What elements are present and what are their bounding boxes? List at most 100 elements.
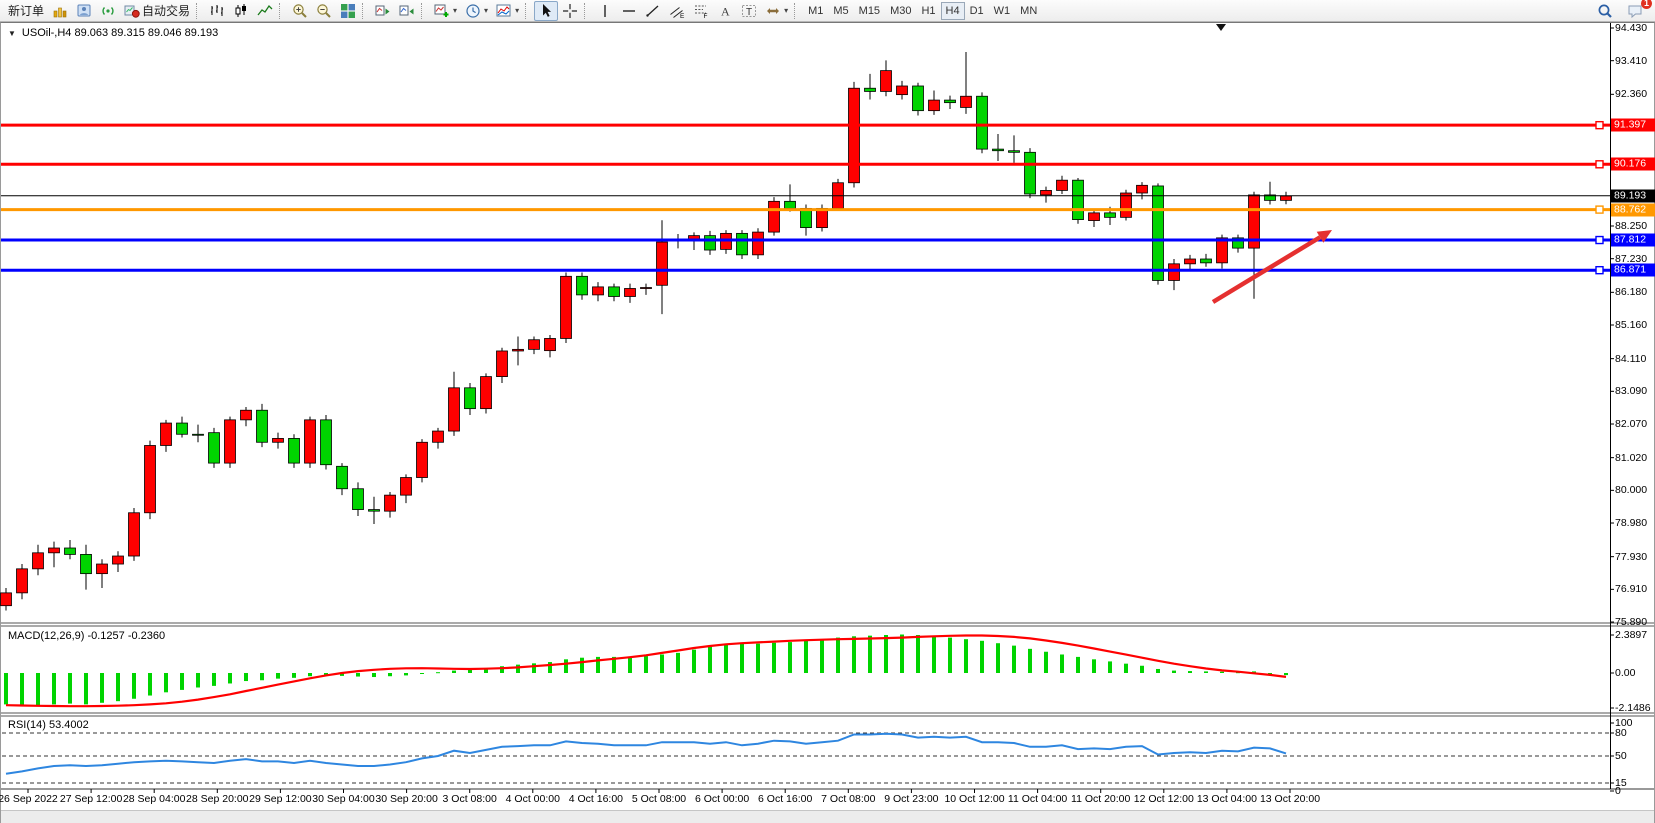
price-line-label: 89.193 xyxy=(1611,189,1655,202)
fibonacci-button[interactable]: F xyxy=(689,1,713,21)
time-axis-label: 30 Sep 20:00 xyxy=(375,793,437,805)
new-order-button[interactable]: 新订单 xyxy=(4,1,48,21)
candle xyxy=(929,90,940,114)
macd-histogram-bar xyxy=(900,635,904,673)
macd-histogram-bar xyxy=(148,673,152,696)
line-endpoint-handle[interactable] xyxy=(1596,122,1603,129)
symbol-info: ▼ USOil-,H4 89.063 89.315 89.046 89.193 xyxy=(8,27,218,39)
macd-histogram-bar xyxy=(196,673,200,687)
bar-chart-button[interactable] xyxy=(205,1,229,21)
chart-shift-marker-icon[interactable] xyxy=(1216,24,1226,31)
horizontal-line-button[interactable] xyxy=(617,1,641,21)
candle xyxy=(769,197,780,235)
timeframe-w1-button[interactable]: W1 xyxy=(989,2,1016,20)
candle xyxy=(833,179,844,211)
symbol-ohlc-label: USOil-,H4 89.063 89.315 89.046 89.193 xyxy=(22,27,218,39)
candlestick-button[interactable] xyxy=(229,1,253,21)
timeframe-d1-button[interactable]: D1 xyxy=(965,2,989,20)
price-axis-tick: 80.000 xyxy=(1615,484,1647,496)
line-endpoint-handle[interactable] xyxy=(1596,237,1603,244)
candle xyxy=(721,230,732,254)
timeframe-m1-button[interactable]: M1 xyxy=(803,2,828,20)
vertical-line-button[interactable] xyxy=(593,1,617,21)
timeframe-m15-button[interactable]: M15 xyxy=(854,2,885,20)
timeframe-h1-button[interactable]: H1 xyxy=(916,2,940,20)
chart-canvas xyxy=(0,0,1655,823)
search-button[interactable] xyxy=(1593,1,1617,21)
line-endpoint-handle[interactable] xyxy=(1596,206,1603,213)
period-menu-button[interactable]: ▾ xyxy=(461,1,492,21)
zoom-in-button[interactable] xyxy=(288,1,312,21)
macd-histogram-bar xyxy=(420,673,424,674)
fibonacci-icon: F xyxy=(693,3,709,19)
toolbar-separator xyxy=(584,3,589,19)
new-chart-button[interactable]: ▾ xyxy=(430,1,461,21)
macd-histogram-bar xyxy=(260,673,264,680)
zoom-out-button[interactable] xyxy=(312,1,336,21)
dropdown-caret-icon[interactable]: ▾ xyxy=(784,6,788,15)
tile-windows-button[interactable] xyxy=(336,1,360,21)
timeframe-m30-button[interactable]: M30 xyxy=(885,2,916,20)
candle xyxy=(641,284,652,295)
macd-histogram-bar xyxy=(852,636,856,673)
one-click-trading-arrow[interactable]: ▼ xyxy=(8,29,16,38)
text-label-button[interactable]: A xyxy=(713,1,737,21)
rsi-label: RSI(14) 53.4002 xyxy=(8,719,89,731)
svg-text:T: T xyxy=(746,7,752,18)
candle xyxy=(849,82,860,188)
macd-histogram-bar xyxy=(1284,673,1288,675)
macd-histogram-bar xyxy=(1028,649,1032,673)
line-chart-button[interactable] xyxy=(253,1,277,21)
candle xyxy=(753,228,764,259)
auto-trading-button[interactable]: 自动交易 xyxy=(120,1,194,21)
macd-histogram-bar xyxy=(628,657,632,673)
dropdown-caret-icon[interactable]: ▾ xyxy=(484,6,488,15)
candle xyxy=(705,231,716,255)
candle xyxy=(97,559,108,588)
macd-histogram-bar xyxy=(1124,664,1128,673)
candle xyxy=(161,420,172,452)
candle xyxy=(1041,187,1052,203)
price-axis-tick: 78.980 xyxy=(1615,517,1647,529)
trendline-button[interactable] xyxy=(641,1,665,21)
channel-button[interactable]: E xyxy=(665,1,689,21)
macd-histogram-bar xyxy=(724,645,728,673)
indicators-button[interactable]: ▾ xyxy=(492,1,523,21)
line-endpoint-handle[interactable] xyxy=(1596,267,1603,274)
timeframe-mn-button[interactable]: MN xyxy=(1015,2,1042,20)
candle xyxy=(897,81,908,100)
timeframe-h4-button[interactable]: H4 xyxy=(941,2,965,20)
line-endpoint-handle[interactable] xyxy=(1596,161,1603,168)
auto-trading-icon xyxy=(124,3,140,19)
time-axis-label: 4 Oct 00:00 xyxy=(506,793,560,805)
timeframe-m5-button[interactable]: M5 xyxy=(828,2,853,20)
macd-histogram-bar xyxy=(1076,657,1080,673)
bar-chart-icon xyxy=(209,3,225,19)
candle xyxy=(465,383,476,415)
time-axis-label: 6 Oct 16:00 xyxy=(758,793,812,805)
candle xyxy=(1249,192,1260,299)
candle xyxy=(561,272,572,342)
signals-button[interactable] xyxy=(96,1,120,21)
macd-histogram-bar xyxy=(132,673,136,699)
auto-scroll-button[interactable] xyxy=(371,1,395,21)
toolbar-separator xyxy=(196,3,201,19)
profiles-button[interactable] xyxy=(48,1,72,21)
shapes-button[interactable]: ▾ xyxy=(761,1,792,21)
candle xyxy=(49,542,60,568)
time-axis-label: 28 Sep 04:00 xyxy=(123,793,185,805)
data-window-button[interactable] xyxy=(72,1,96,21)
crosshair-button[interactable] xyxy=(558,1,582,21)
chat-button[interactable]: 1 xyxy=(1623,1,1647,21)
price-line-label: 90.176 xyxy=(1611,158,1655,171)
chart-shift-button[interactable] xyxy=(395,1,419,21)
cursor-button[interactable] xyxy=(534,1,558,21)
dropdown-caret-icon[interactable]: ▾ xyxy=(515,6,519,15)
dropdown-caret-icon[interactable]: ▾ xyxy=(453,6,457,15)
candle xyxy=(17,564,28,599)
toolbar-separator xyxy=(362,3,367,19)
candle xyxy=(289,434,300,468)
data-window-icon xyxy=(76,3,92,19)
candle xyxy=(657,220,668,314)
text-box-button[interactable]: T xyxy=(737,1,761,21)
